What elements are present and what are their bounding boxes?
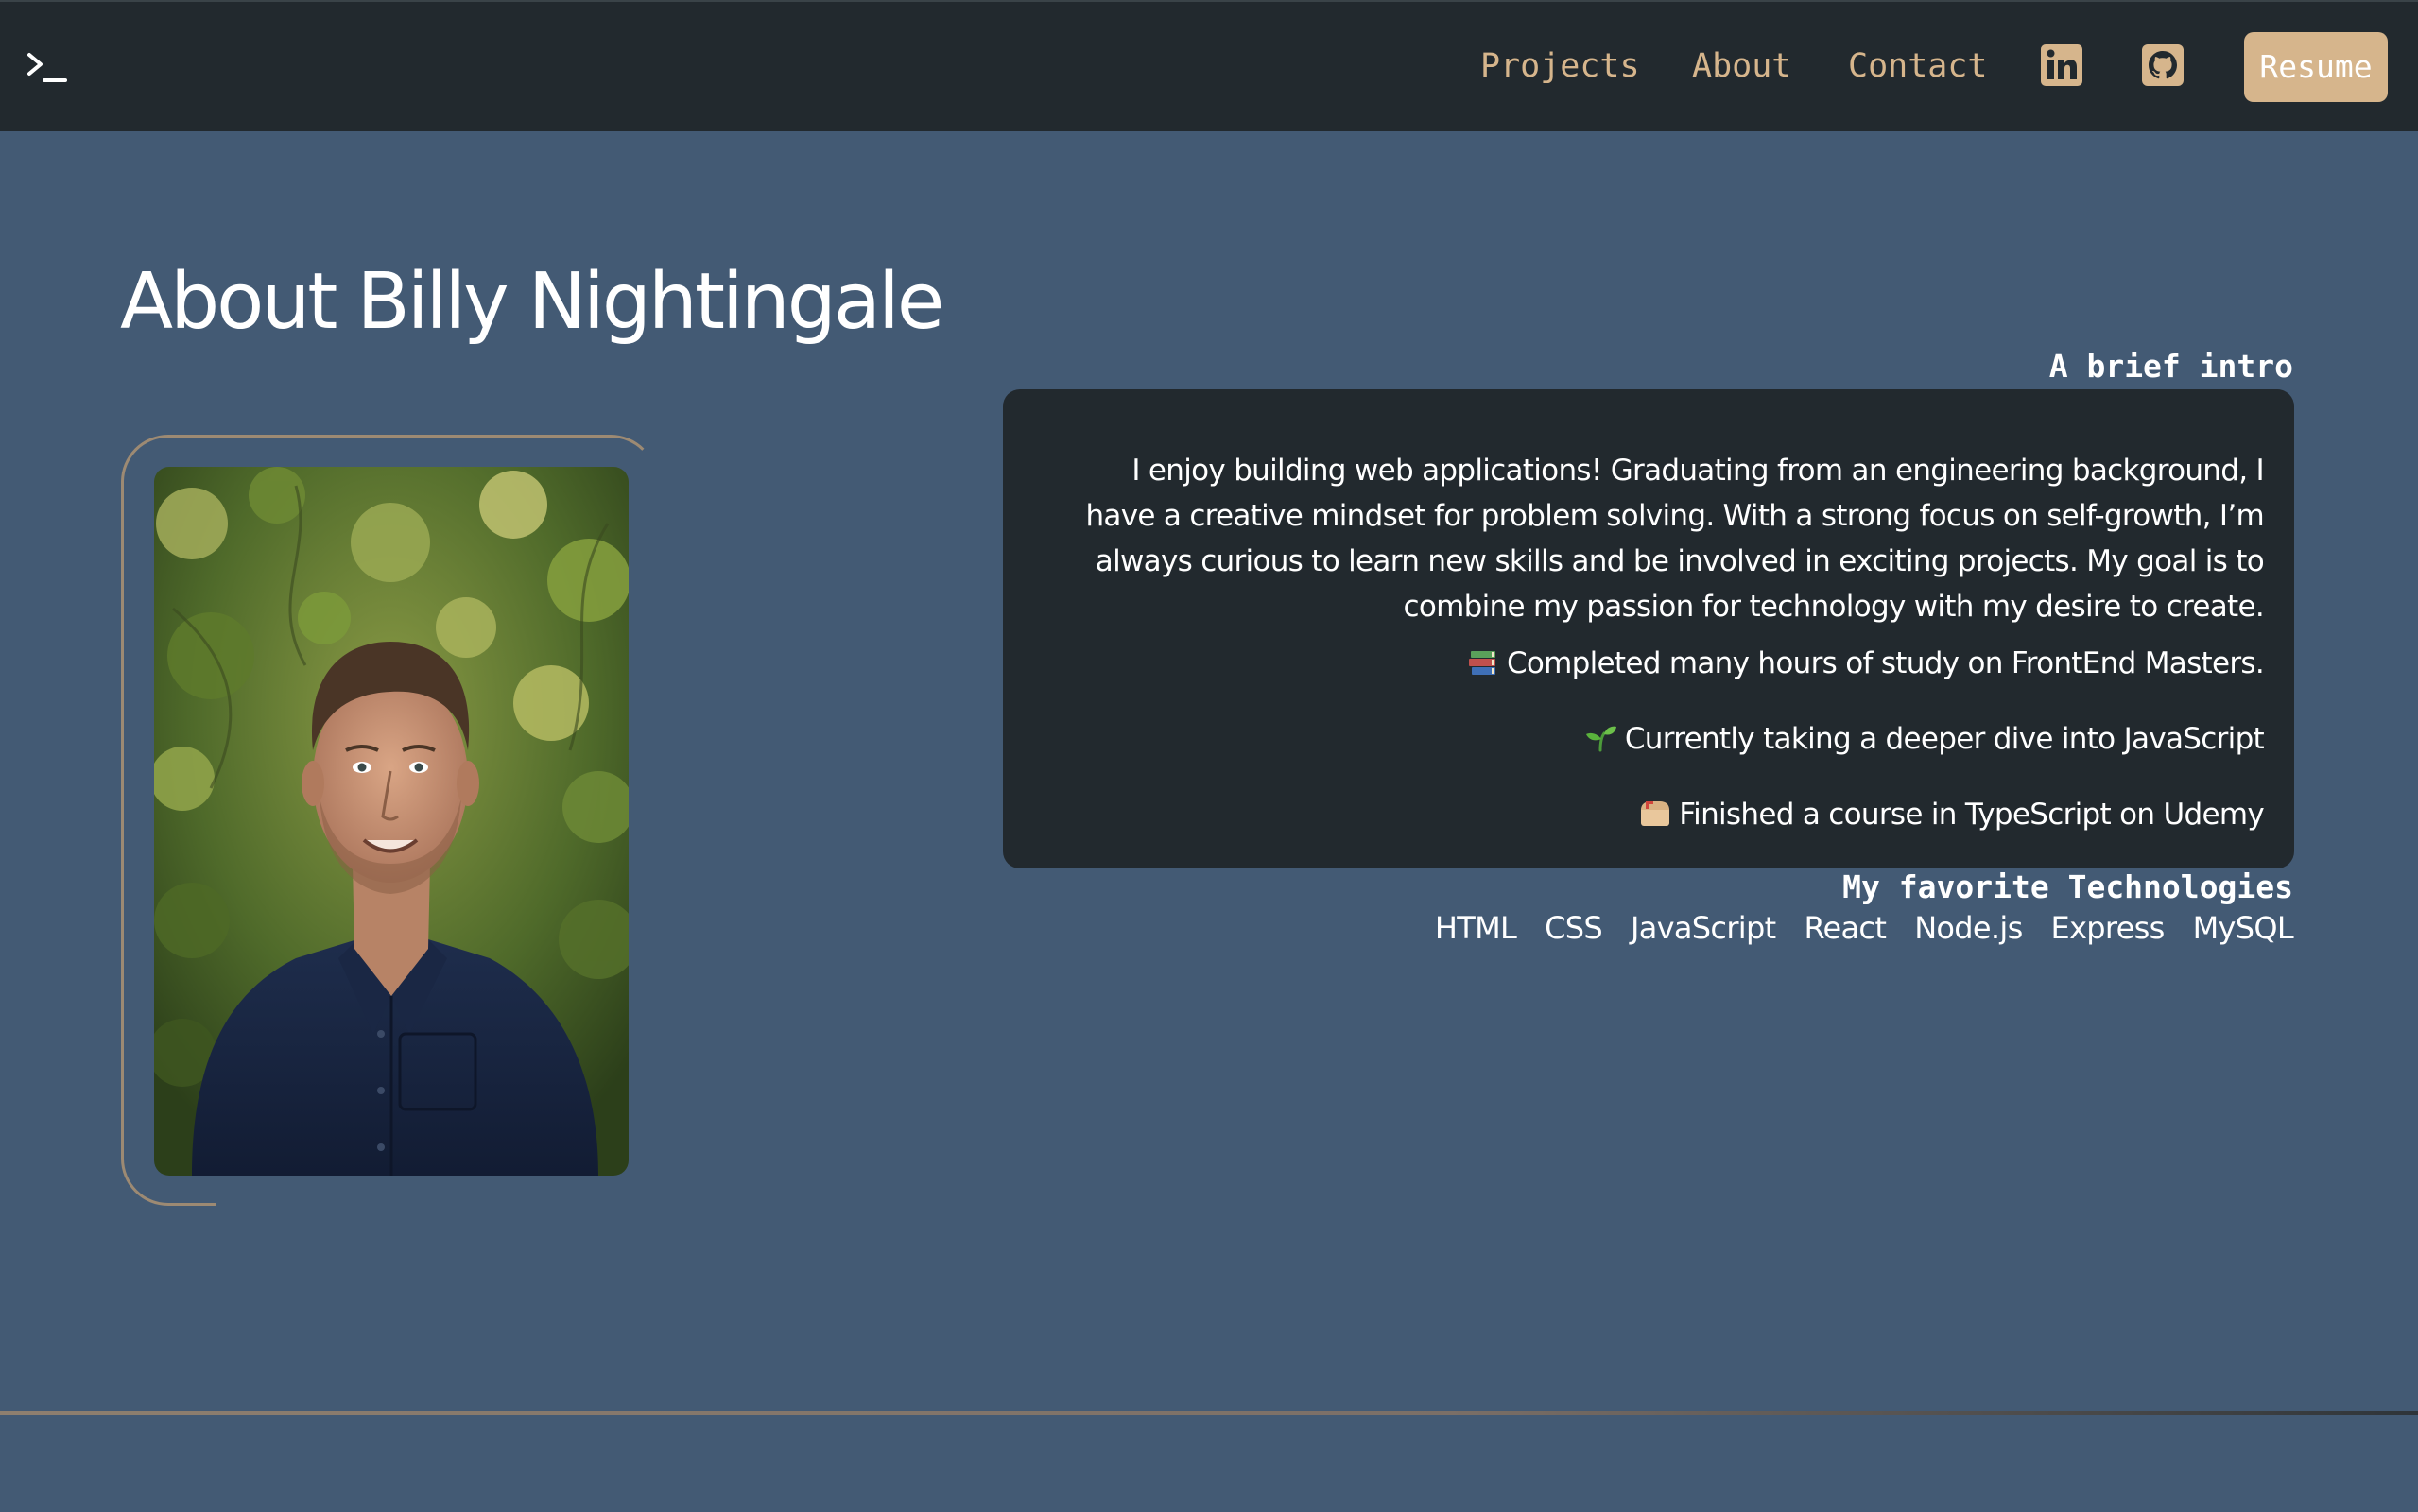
books-emoji-icon (1468, 651, 1495, 675)
terminal-prompt-icon[interactable] (27, 51, 67, 83)
intro-point: Currently taking a deeper dive into Java… (1060, 716, 2265, 762)
intro-heading: A brief intro (2048, 348, 2293, 385)
intro-point-text: Currently taking a deeper dive into Java… (1624, 722, 2265, 756)
linkedin-icon[interactable] (2040, 43, 2083, 87)
resume-button[interactable]: Resume (2244, 32, 2388, 102)
technology-item: Express (2050, 910, 2166, 946)
portrait-photo (154, 467, 629, 1176)
navbar: Projects About Contact Resume (0, 0, 2418, 131)
technology-item: Node.js (1914, 910, 2023, 946)
technologies-list: HTML CSS JavaScript React Node.js Expres… (1434, 907, 2294, 949)
seedling-emoji-icon (1585, 726, 1616, 752)
nav-link-projects[interactable]: Projects (1480, 45, 1640, 87)
intro-point-text: Completed many hours of study on FrontEn… (1506, 646, 2265, 680)
nav-link-about[interactable]: About (1692, 45, 1791, 87)
page-title: About Billy Nightingale (120, 257, 944, 347)
intro-paragraph: I enjoy building web applications! Gradu… (1085, 454, 2264, 624)
technologies-heading: My favorite Technologies (1842, 868, 2293, 905)
intro-point: Finished a course in TypeScript on Udemy (1060, 792, 2265, 837)
technology-item: CSS (1545, 910, 1603, 946)
section-divider (0, 1411, 2418, 1415)
technology-item: HTML (1434, 910, 1517, 946)
technology-item: JavaScript (1631, 910, 1776, 946)
mailbox-emoji-icon (1641, 801, 1670, 826)
intro-card: I enjoy building web applications! Gradu… (1003, 389, 2294, 868)
intro-point: Completed many hours of study on FrontEn… (1060, 641, 2265, 686)
github-icon[interactable] (2141, 43, 2185, 87)
intro-point-text: Finished a course in TypeScript on Udemy (1679, 798, 2264, 832)
nav-link-contact[interactable]: Contact (1848, 45, 1988, 87)
technology-item: React (1804, 910, 1887, 946)
technology-item: MySQL (2192, 910, 2294, 946)
